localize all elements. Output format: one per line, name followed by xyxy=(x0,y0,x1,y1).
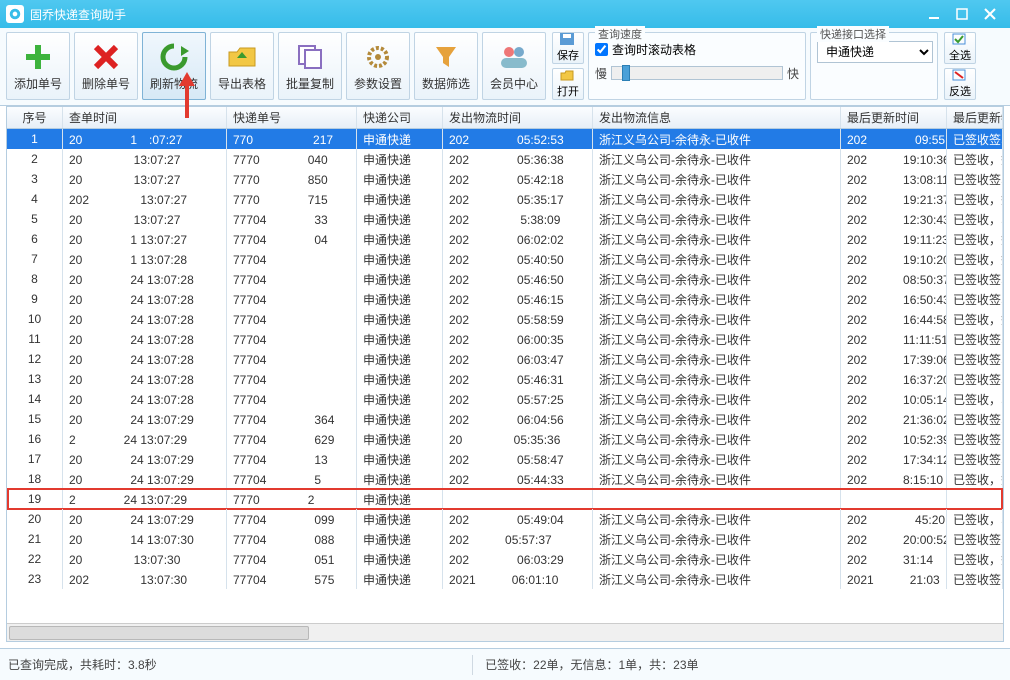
table-row[interactable]: 1120 24 13:07:2877704 申通快递202 06:00:35浙江… xyxy=(7,329,1003,349)
interface-select[interactable]: 申通快递 xyxy=(817,41,933,63)
speed-slider[interactable] xyxy=(611,66,783,80)
table-row[interactable]: 162 24 13:07:2977704 629申通快递20 05:35:36浙… xyxy=(7,429,1003,449)
save-button[interactable]: 保存 xyxy=(552,32,584,64)
gear-icon xyxy=(362,41,394,73)
maximize-button[interactable] xyxy=(948,4,976,24)
table-row[interactable]: 23202 13:07:3077704 575申通快递2021 06:01:10… xyxy=(7,569,1003,589)
batch-copy-button[interactable]: 批量复制 xyxy=(278,32,342,100)
table-row[interactable]: 720 1 13:07:2877704 申通快递202 05:40:50浙江义乌… xyxy=(7,249,1003,269)
table-row[interactable]: 1220 24 13:07:2877704 申通快递202 06:03:47浙江… xyxy=(7,349,1003,369)
open-icon xyxy=(560,69,576,83)
interface-group: 快递接口选择 申通快递 xyxy=(810,32,938,100)
statusbar: 已查询完成，共耗时：3.8秒 已签收：22单，无信息：1单，共：23单 xyxy=(0,648,1010,680)
grid-header[interactable]: 序号 查单时间 快递单号 快递公司 发出物流时间 发出物流信息 最后更新时间 最… xyxy=(7,107,1003,129)
speed-group: 查询速度 查询时滚动表格 慢 快 xyxy=(588,32,806,100)
folder-icon xyxy=(226,41,258,73)
open-button[interactable]: 打开 xyxy=(552,68,584,100)
table-row[interactable]: 1820 24 13:07:2977704 5申通快递202 05:44:33浙… xyxy=(7,469,1003,489)
table-row[interactable]: 1320 24 13:07:2877704 申通快递202 05:46:31浙江… xyxy=(7,369,1003,389)
table-row[interactable]: 1420 24 13:07:2877704 申通快递202 05:57:25浙江… xyxy=(7,389,1003,409)
funnel-icon xyxy=(430,41,462,73)
refresh-button[interactable]: 刷新物流 xyxy=(142,32,206,100)
member-button[interactable]: 会员中心 xyxy=(482,32,546,100)
window-title: 固乔快递查询助手 xyxy=(30,6,920,23)
table-row[interactable]: 520 13:07:2777704 33申通快递202 5:38:09浙江义乌公… xyxy=(7,209,1003,229)
table-row[interactable]: 2220 13:07:3077704 051申通快递202 06:03:29浙江… xyxy=(7,549,1003,569)
check-icon xyxy=(952,33,968,47)
table-row[interactable]: 220 13:07:277770 040申通快递202 05:36:38浙江义乌… xyxy=(7,149,1003,169)
table-row[interactable]: 320 13:07:277770 850申通快递202 05:42:18浙江义乌… xyxy=(7,169,1003,189)
table-row[interactable]: 620 1 13:07:2777704 04申通快递202 06:02:02浙江… xyxy=(7,229,1003,249)
add-order-button[interactable]: 添加单号 xyxy=(6,32,70,100)
export-button[interactable]: 导出表格 xyxy=(210,32,274,100)
copy-icon xyxy=(294,41,326,73)
invert-button[interactable]: 反选 xyxy=(944,68,976,100)
disk-icon xyxy=(560,33,576,47)
plus-icon xyxy=(22,41,54,73)
status-left: 已查询完成，共耗时：3.8秒 xyxy=(8,656,157,673)
delete-order-button[interactable]: 删除单号 xyxy=(74,32,138,100)
table-row[interactable]: 820 24 13:07:2877704 申通快递202 05:46:50浙江义… xyxy=(7,269,1003,289)
table-row[interactable]: 120 1 :07:27770 217申通快递202 05:52:53浙江义乌公… xyxy=(7,129,1003,149)
toolbar: 添加单号 删除单号 刷新物流 导出表格 批量复制 参数设置 数据筛选 会员中心 … xyxy=(0,28,1010,106)
table-row[interactable]: 920 24 13:07:2877704 申通快递202 05:46:15浙江义… xyxy=(7,289,1003,309)
grid-body[interactable]: 120 1 :07:27770 217申通快递202 05:52:53浙江义乌公… xyxy=(7,129,1003,623)
scroll-check[interactable]: 查询时滚动表格 xyxy=(595,41,799,58)
refresh-icon xyxy=(158,41,190,73)
h-scrollbar[interactable] xyxy=(7,623,1003,641)
app-icon xyxy=(6,5,24,23)
table-row[interactable]: 1720 24 13:07:2977704 13申通快递202 05:58:47… xyxy=(7,449,1003,469)
table-row[interactable]: 4202 13:07:277770 715申通快递202 05:35:17浙江义… xyxy=(7,189,1003,209)
table-row[interactable]: 2120 14 13:07:3077704 088申通快递202 05:57:3… xyxy=(7,529,1003,549)
invert-icon xyxy=(952,69,968,83)
table-row[interactable]: 1020 24 13:07:2877704 申通快递202 05:58:59浙江… xyxy=(7,309,1003,329)
x-icon xyxy=(90,41,122,73)
filter-button[interactable]: 数据筛选 xyxy=(414,32,478,100)
params-button[interactable]: 参数设置 xyxy=(346,32,410,100)
status-right: 已签收：22单，无信息：1单，共：23单 xyxy=(485,656,698,673)
titlebar: 固乔快递查询助手 xyxy=(0,0,1010,28)
data-grid: 序号 查单时间 快递单号 快递公司 发出物流时间 发出物流信息 最后更新时间 最… xyxy=(6,106,1004,642)
users-icon xyxy=(498,41,530,73)
minimize-button[interactable] xyxy=(920,4,948,24)
table-row[interactable]: 1520 24 13:07:2977704 364申通快递202 06:04:5… xyxy=(7,409,1003,429)
select-all-button[interactable]: 全选 xyxy=(944,32,976,64)
table-row[interactable]: 2020 24 13:07:2977704 099申通快递202 05:49:0… xyxy=(7,509,1003,529)
close-button[interactable] xyxy=(976,4,1004,24)
table-row[interactable]: 192 24 13:07:297770 2申通快递 xyxy=(7,489,1003,509)
